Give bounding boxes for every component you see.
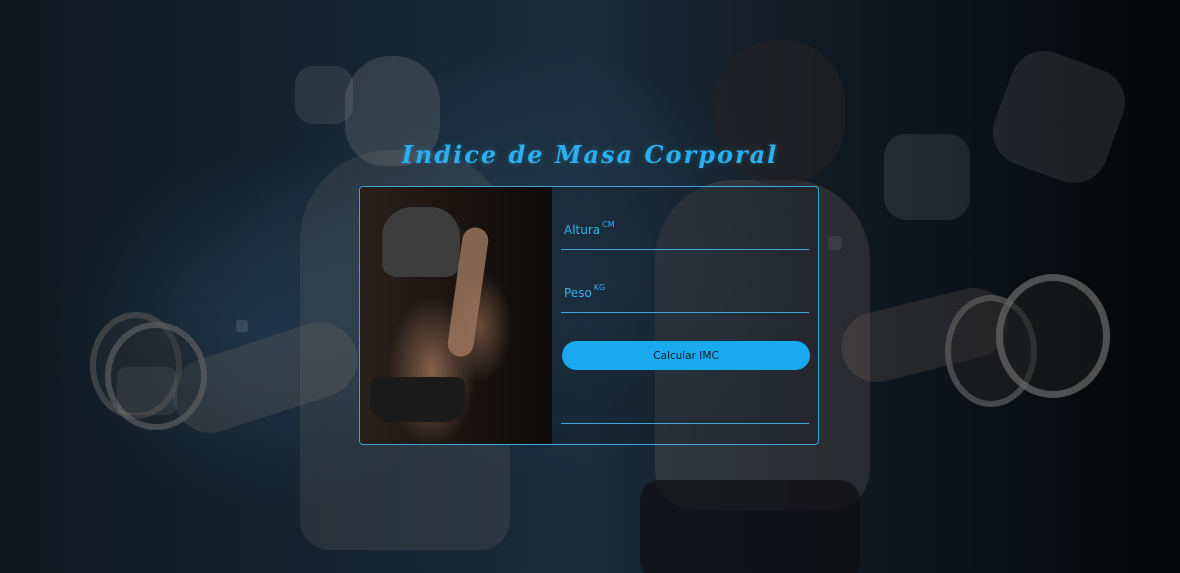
decorative-square — [828, 236, 842, 250]
dumbbell-icon — [996, 274, 1110, 398]
altura-unit: CM — [602, 220, 615, 229]
decorative-square — [236, 320, 248, 332]
photo-sports-bra — [382, 207, 460, 277]
peso-field[interactable]: Peso KG — [561, 283, 809, 313]
peso-label: Peso KG — [564, 283, 606, 300]
fitness-photo — [360, 187, 552, 444]
peso-unit: KG — [593, 283, 606, 292]
imc-form: Altura CM Peso KG Calcular IMC — [561, 187, 811, 444]
photo-shorts — [370, 377, 465, 422]
altura-field[interactable]: Altura CM — [561, 220, 809, 250]
page-title: Indice de Masa Corporal — [401, 140, 779, 169]
imc-card: Altura CM Peso KG Calcular IMC — [359, 186, 819, 445]
decorative-square — [117, 367, 177, 415]
decorative-square — [983, 41, 1135, 193]
page-background: Indice de Masa Corporal Altura CM Peso KG … — [0, 0, 1180, 573]
calcular-imc-button[interactable]: Calcular IMC — [562, 341, 810, 370]
background-athlete-woman-shorts — [640, 480, 860, 573]
altura-label: Altura CM — [564, 220, 615, 237]
decorative-square — [295, 66, 353, 124]
altura-label-text: Altura — [564, 223, 601, 237]
peso-label-text: Peso — [564, 286, 592, 300]
result-output — [561, 423, 809, 424]
